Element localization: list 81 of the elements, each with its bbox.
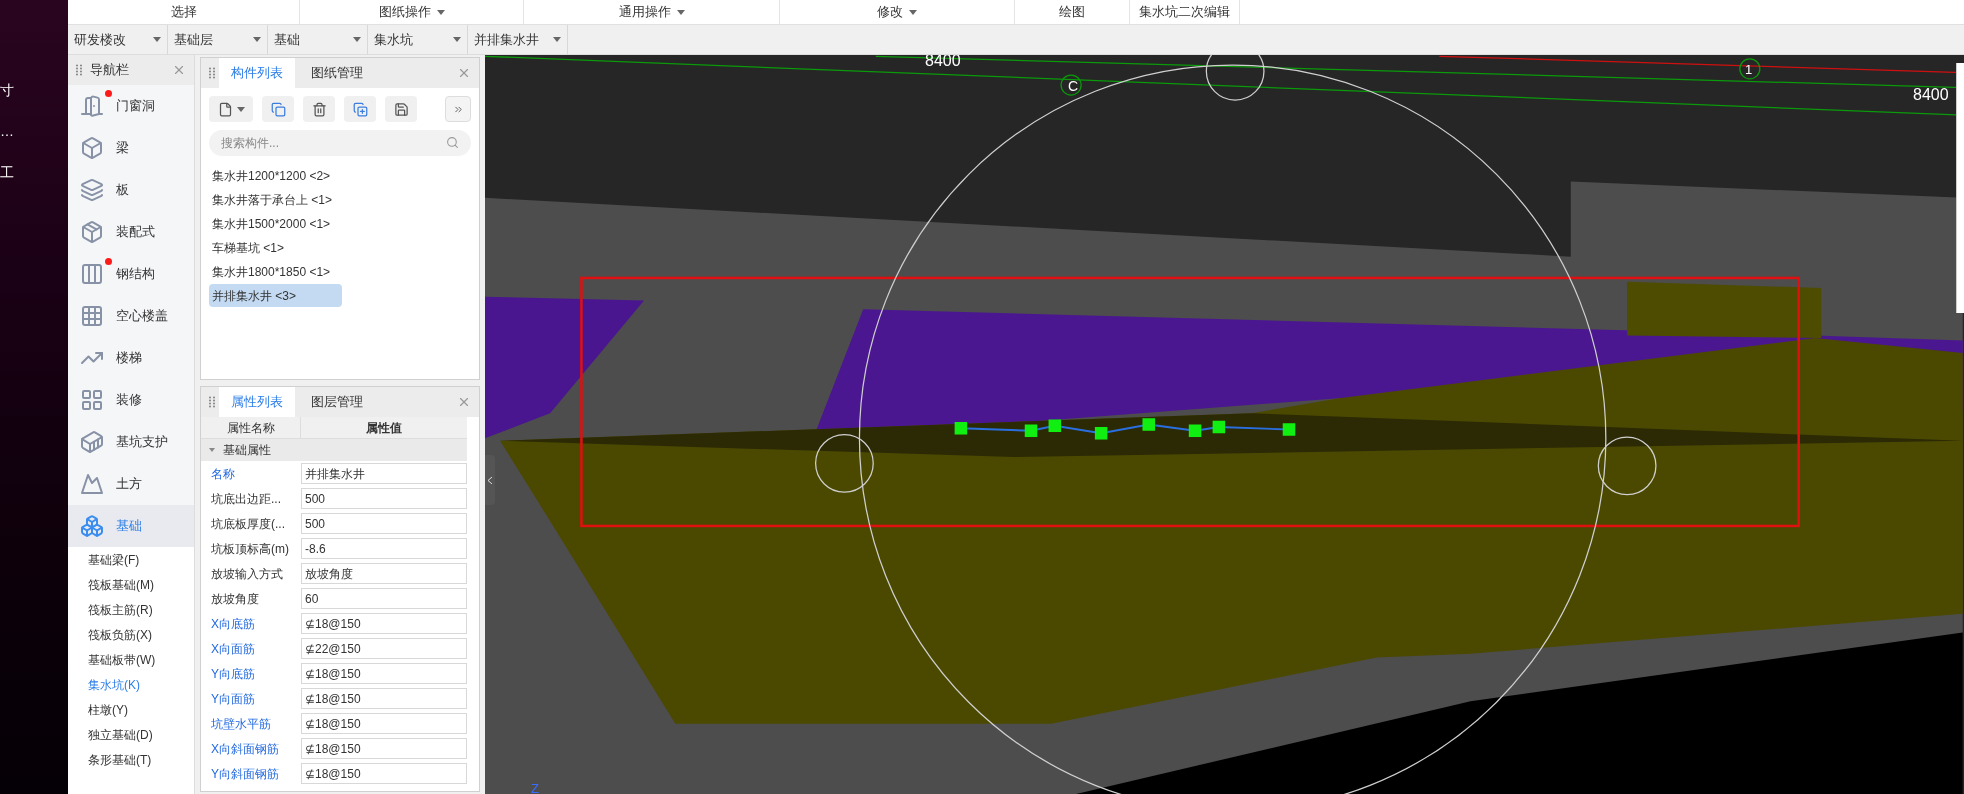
- nav-item[interactable]: 梁: [68, 127, 194, 169]
- component-list-item[interactable]: 车梯基坑 <1>: [209, 236, 288, 259]
- window-text-fragment: …: [0, 122, 14, 141]
- nav-sub-item[interactable]: 独立基础(D): [68, 722, 194, 747]
- axis-marker-label: 1: [1745, 61, 1753, 79]
- property-name: 坑底板厚度(...: [210, 515, 286, 533]
- ribbon-group-label[interactable]: 选择: [68, 0, 300, 24]
- component-list-item[interactable]: 集水井1800*1850 <1>: [209, 260, 334, 283]
- window-text-fragment: 工: [0, 163, 14, 182]
- property-name: 坑底出边距...: [210, 490, 282, 508]
- dimension-label: 8400: [925, 55, 961, 71]
- nav-item[interactable]: 装修: [68, 379, 194, 421]
- nav-item[interactable]: 板: [68, 169, 194, 211]
- property-name: X向面筋: [210, 640, 256, 658]
- property-value-field[interactable]: ⊈22@150: [301, 638, 467, 659]
- nav-sub-item[interactable]: 集水坑(K): [68, 672, 194, 697]
- nav-sub-item[interactable]: 条形基础(T): [68, 747, 194, 772]
- nav-item[interactable]: 土方: [68, 463, 194, 505]
- property-name: Y向斜面钢筋: [210, 765, 280, 783]
- property-name: 放坡输入方式: [210, 565, 284, 583]
- property-value-field[interactable]: 500: [301, 513, 467, 534]
- ribbon-group-label[interactable]: 修改: [780, 0, 1015, 24]
- property-value-field[interactable]: ⊈18@150: [301, 663, 467, 684]
- nav-item[interactable]: 基坑支护: [68, 421, 194, 463]
- column-header: 属性值: [365, 419, 403, 437]
- property-value-field[interactable]: 并排集水井: [301, 463, 467, 484]
- property-name: 坑板顶标高(m): [210, 540, 290, 558]
- panel-tab[interactable]: 图层管理: [299, 387, 375, 417]
- nav-sub-item[interactable]: 基础板带(W): [68, 647, 194, 672]
- property-value-field[interactable]: ⊈18@150: [301, 763, 467, 784]
- nav-item[interactable]: 空心楼盖: [68, 295, 194, 337]
- component-list-item[interactable]: 集水井1200*1200 <2>: [209, 164, 334, 187]
- panel-tab[interactable]: 属性列表: [219, 387, 295, 417]
- nav-sub-item[interactable]: 柱墩(Y): [68, 697, 194, 722]
- ribbon-group-label[interactable]: 图纸操作: [300, 0, 524, 24]
- property-value-field[interactable]: 60: [301, 588, 467, 609]
- property-value-field[interactable]: ⊈18@150: [301, 613, 467, 634]
- property-name: Y向底筋: [210, 665, 256, 683]
- floor-selector[interactable]: 研发楼改: [68, 25, 168, 54]
- property-value-field[interactable]: 500: [301, 488, 467, 509]
- nav-item[interactable]: 楼梯: [68, 337, 194, 379]
- component-list-item[interactable]: 并排集水井 <3>: [209, 284, 342, 307]
- property-value-field[interactable]: ⊈18@150: [301, 713, 467, 734]
- property-value-field[interactable]: ⊈18@150: [301, 738, 467, 759]
- property-name: Y向面筋: [210, 690, 256, 708]
- nav-item[interactable]: 门窗洞: [68, 85, 194, 127]
- property-name: X向斜面钢筋: [210, 740, 280, 758]
- property-group-row[interactable]: 基础属性: [201, 439, 467, 461]
- search-field[interactable]: 搜索构件...: [209, 130, 471, 156]
- floor-selector[interactable]: 基础: [268, 25, 368, 54]
- floor-selector[interactable]: 基础层: [168, 25, 268, 54]
- property-value-field[interactable]: -8.6: [301, 538, 467, 559]
- nav-item[interactable]: 基础: [68, 505, 194, 547]
- nav-sub-item[interactable]: 筏板基础(M): [68, 572, 194, 597]
- nav-sub-item[interactable]: 基础梁(F): [68, 547, 194, 572]
- nav-sub-item[interactable]: 筏板负筋(X): [68, 622, 194, 647]
- nav-item[interactable]: 钢结构: [68, 253, 194, 295]
- window-text-fragment: 寸: [0, 81, 14, 100]
- nav-item[interactable]: 装配式: [68, 211, 194, 253]
- floor-selector[interactable]: 集水坑: [368, 25, 468, 54]
- ribbon-group-label[interactable]: 绘图: [1015, 0, 1130, 24]
- ribbon-group-label[interactable]: 通用操作: [524, 0, 780, 24]
- floor-selector[interactable]: 并排集水井: [468, 25, 568, 54]
- panel-tab[interactable]: 图纸管理: [299, 58, 375, 88]
- component-list-item[interactable]: 集水井落于承台上 <1>: [209, 188, 336, 211]
- property-name: 坑壁水平筋: [210, 715, 272, 733]
- property-name: 名称: [210, 465, 236, 483]
- component-list-item[interactable]: 集水井1500*2000 <1>: [209, 212, 334, 235]
- dimension-label: 8400: [1913, 85, 1949, 105]
- property-value-field[interactable]: ⊈18@150: [301, 688, 467, 709]
- property-name: 放坡角度: [210, 590, 260, 608]
- ribbon-group-label[interactable]: 集水坑二次编辑: [1130, 0, 1240, 24]
- property-name: X向底筋: [210, 615, 256, 633]
- nav-sub-item[interactable]: 筏板主筋(R): [68, 597, 194, 622]
- axis-marker-label: C: [1068, 77, 1079, 96]
- group-label: 基础属性: [223, 442, 271, 459]
- property-value-field[interactable]: 放坡角度: [301, 563, 467, 584]
- panel-title: 导航栏: [90, 61, 129, 80]
- panel-tab[interactable]: 构件列表: [219, 58, 295, 88]
- axis-label: Z: [531, 779, 539, 794]
- column-header: 属性名称: [201, 417, 301, 438]
